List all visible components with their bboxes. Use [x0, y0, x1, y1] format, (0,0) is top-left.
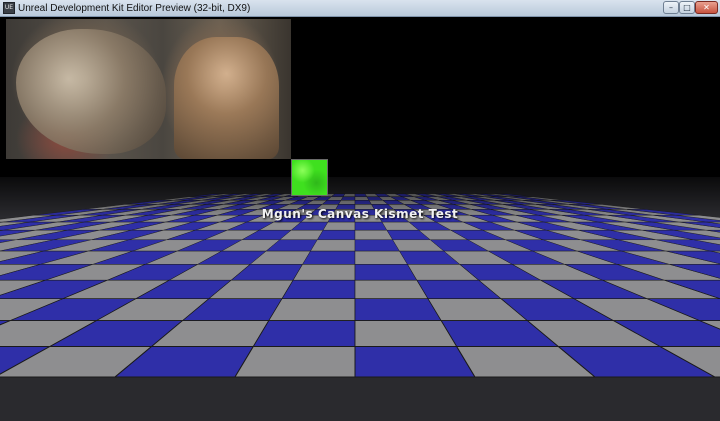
- monster-figure: [16, 29, 166, 154]
- floor-tile-blue: [316, 229, 356, 241]
- floor-tile-gray: [354, 229, 394, 241]
- game-viewport[interactable]: Mgun's Canvas Kismet Test: [0, 17, 720, 421]
- canvas-texture-image: [6, 19, 291, 159]
- floor-tile-gray: [310, 239, 356, 252]
- floor-tile-gray: [234, 346, 356, 378]
- close-button[interactable]: ✕: [695, 1, 718, 14]
- maximize-button[interactable]: □: [679, 1, 695, 14]
- floor-tile-blue: [354, 298, 442, 321]
- floor-tile-blue: [354, 221, 388, 231]
- floor-tile-gray: [268, 298, 356, 321]
- soldier-figure: [174, 37, 279, 159]
- canvas-caption: Mgun's Canvas Kismet Test: [261, 207, 459, 221]
- window-title: Unreal Development Kit Editor Preview (3…: [18, 3, 251, 14]
- minimize-button[interactable]: –: [663, 1, 679, 14]
- floor-tile-blue: [281, 279, 356, 300]
- floor-tile-gray: [292, 264, 356, 281]
- floor-tile-blue: [354, 346, 476, 378]
- app-icon[interactable]: UE: [3, 2, 15, 14]
- floor-tile-gray: [354, 279, 429, 300]
- green-texture-tile: [291, 159, 328, 196]
- floor-tile-gray: [354, 250, 408, 265]
- floor-tile-gray: [354, 320, 458, 347]
- floor-tile-gray: [322, 221, 356, 231]
- floor-tile-blue: [252, 320, 356, 347]
- floor-tile-blue: [354, 264, 418, 281]
- floor-tile-blue: [354, 239, 400, 252]
- title-bar[interactable]: UE Unreal Development Kit Editor Preview…: [0, 0, 720, 17]
- floor-tile-blue: [302, 250, 356, 265]
